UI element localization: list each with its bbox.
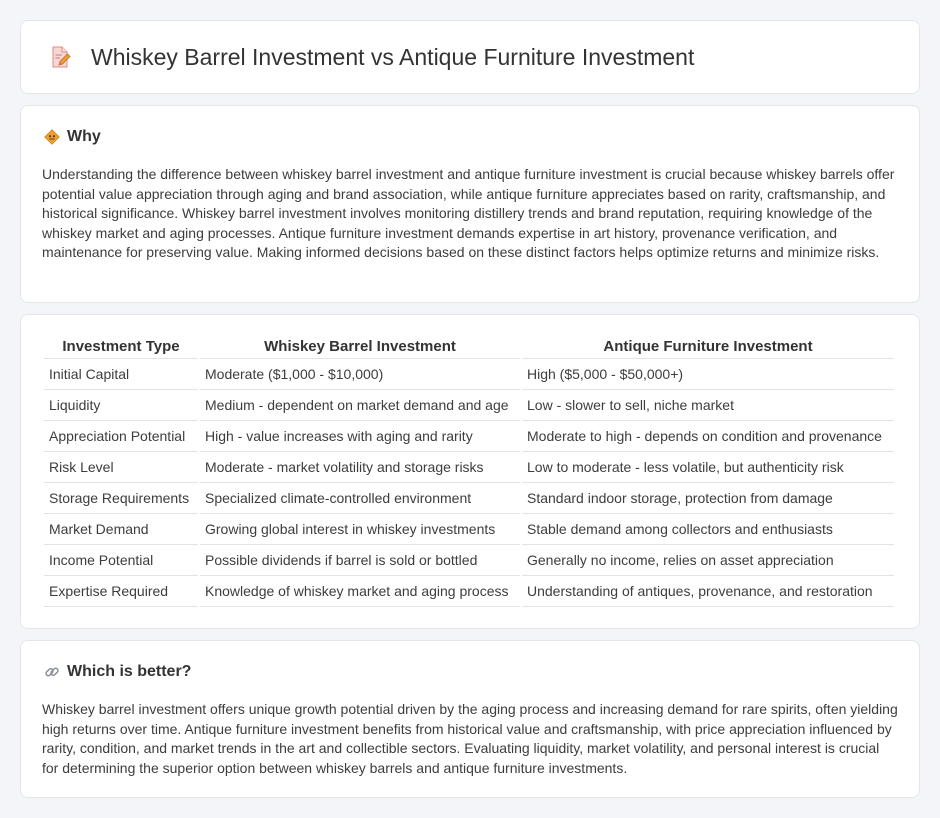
row-label: Risk Level [44,452,198,483]
antique-cell: Generally no income, relies on asset app… [522,545,894,576]
title-row: Whiskey Barrel Investment vs Antique Fur… [21,21,919,93]
link-icon [43,663,61,681]
table-row: Liquidity Medium - dependent on market d… [44,390,894,421]
document-pencil-icon [47,44,73,70]
table-row: Initial Capital Moderate ($1,000 - $10,0… [44,359,894,390]
whiskey-cell: High - value increases with aging and ra… [200,421,520,452]
whiskey-cell: Medium - dependent on market demand and … [200,390,520,421]
table-row: Expertise Required Knowledge of whiskey … [44,576,894,607]
why-heading-row: Why [43,128,101,146]
antique-cell: Understanding of antiques, provenance, a… [522,576,894,607]
antique-cell: High ($5,000 - $50,000+) [522,359,894,390]
better-heading: Which is better? [67,663,192,680]
whiskey-cell: Moderate - market volatility and storage… [200,452,520,483]
whiskey-cell: Specialized climate-controlled environme… [200,483,520,514]
title-card: Whiskey Barrel Investment vs Antique Fur… [20,20,920,94]
table-row: Income Potential Possible dividends if b… [44,545,894,576]
table-row: Storage Requirements Specialized climate… [44,483,894,514]
why-body: Understanding the difference between whi… [42,166,895,260]
comparison-card: Investment Type Whiskey Barrel Investmen… [20,314,920,629]
table-row: Appreciation Potential High - value incr… [44,421,894,452]
header-investment-type: Investment Type [44,335,198,359]
table-header-row: Investment Type Whiskey Barrel Investmen… [44,335,894,359]
better-body: Whiskey barrel investment offers unique … [42,701,898,776]
whiskey-cell: Knowledge of whiskey market and aging pr… [200,576,520,607]
which-better-card: Which is better? Whiskey barrel investme… [20,640,920,798]
why-card: Why Understanding the difference between… [20,105,920,303]
whiskey-cell: Moderate ($1,000 - $10,000) [200,359,520,390]
antique-cell: Low - slower to sell, niche market [522,390,894,421]
table-row: Risk Level Moderate - market volatility … [44,452,894,483]
page-title: Whiskey Barrel Investment vs Antique Fur… [91,43,695,70]
diamond-sign-icon [43,128,61,146]
header-whiskey-barrel: Whiskey Barrel Investment [200,335,520,359]
antique-cell: Stable demand among collectors and enthu… [522,514,894,545]
why-heading: Why [67,128,101,145]
row-label: Initial Capital [44,359,198,390]
antique-cell: Standard indoor storage, protection from… [522,483,894,514]
row-label: Income Potential [44,545,198,576]
header-antique-furniture: Antique Furniture Investment [522,335,894,359]
row-label: Liquidity [44,390,198,421]
table-row: Market Demand Growing global interest in… [44,514,894,545]
better-heading-row: Which is better? [43,663,191,681]
antique-cell: Moderate to high - depends on condition … [522,421,894,452]
row-label: Storage Requirements [44,483,198,514]
whiskey-cell: Possible dividends if barrel is sold or … [200,545,520,576]
antique-cell: Low to moderate - less volatile, but aut… [522,452,894,483]
comparison-table: Investment Type Whiskey Barrel Investmen… [42,335,896,607]
row-label: Market Demand [44,514,198,545]
row-label: Expertise Required [44,576,198,607]
row-label: Appreciation Potential [44,421,198,452]
whiskey-cell: Growing global interest in whiskey inves… [200,514,520,545]
